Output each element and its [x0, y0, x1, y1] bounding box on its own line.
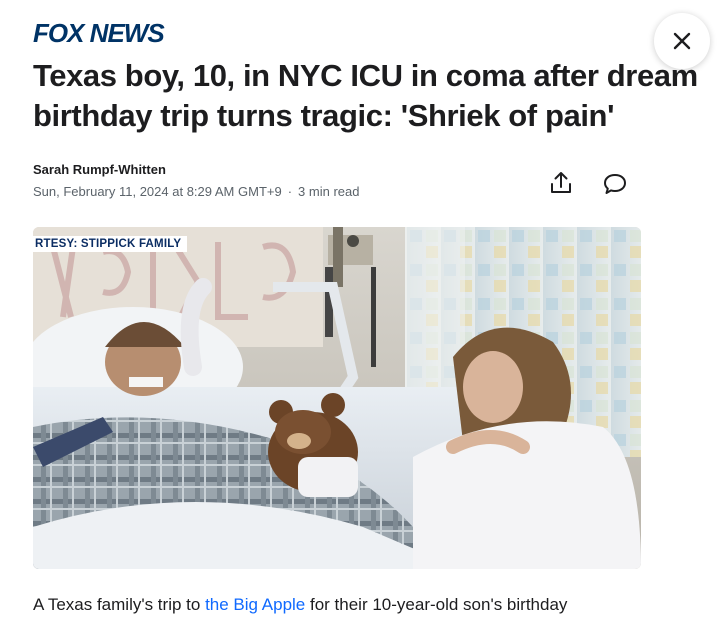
article-photo[interactable]: RTESY: STIPPICK FAMILY — [33, 227, 641, 569]
big-apple-link[interactable]: the Big Apple — [205, 595, 305, 614]
share-button[interactable] — [547, 169, 575, 197]
fox-news-logo[interactable]: FOX NEWS — [33, 17, 165, 49]
article-headline: Texas boy, 10, in NYC ICU in coma after … — [33, 58, 698, 133]
hospital-room-image — [33, 227, 641, 569]
logo-text: FOX NEWS — [33, 18, 165, 48]
meta-separator: · — [287, 184, 293, 199]
comment-button[interactable] — [601, 170, 629, 198]
body-text-end: for their 10-year-old son's birthday — [305, 595, 568, 614]
share-icon — [551, 172, 571, 193]
author-name[interactable]: Sarah Rumpf-Whitten — [33, 162, 166, 177]
article-body-paragraph: A Texas family's trip to the Big Apple f… — [33, 593, 693, 617]
comment-icon — [604, 174, 626, 194]
body-text-start: A Texas family's trip to — [33, 595, 206, 614]
publish-date: Sun, February 11, 2024 at 8:29 AM GMT+9 — [33, 184, 282, 199]
read-time: 3 min read — [298, 184, 360, 199]
article-meta: Sun, February 11, 2024 at 8:29 AM GMT+9 ·… — [33, 184, 359, 199]
close-icon — [673, 32, 691, 50]
photo-credit: RTESY: STIPPICK FAMILY — [33, 236, 188, 252]
